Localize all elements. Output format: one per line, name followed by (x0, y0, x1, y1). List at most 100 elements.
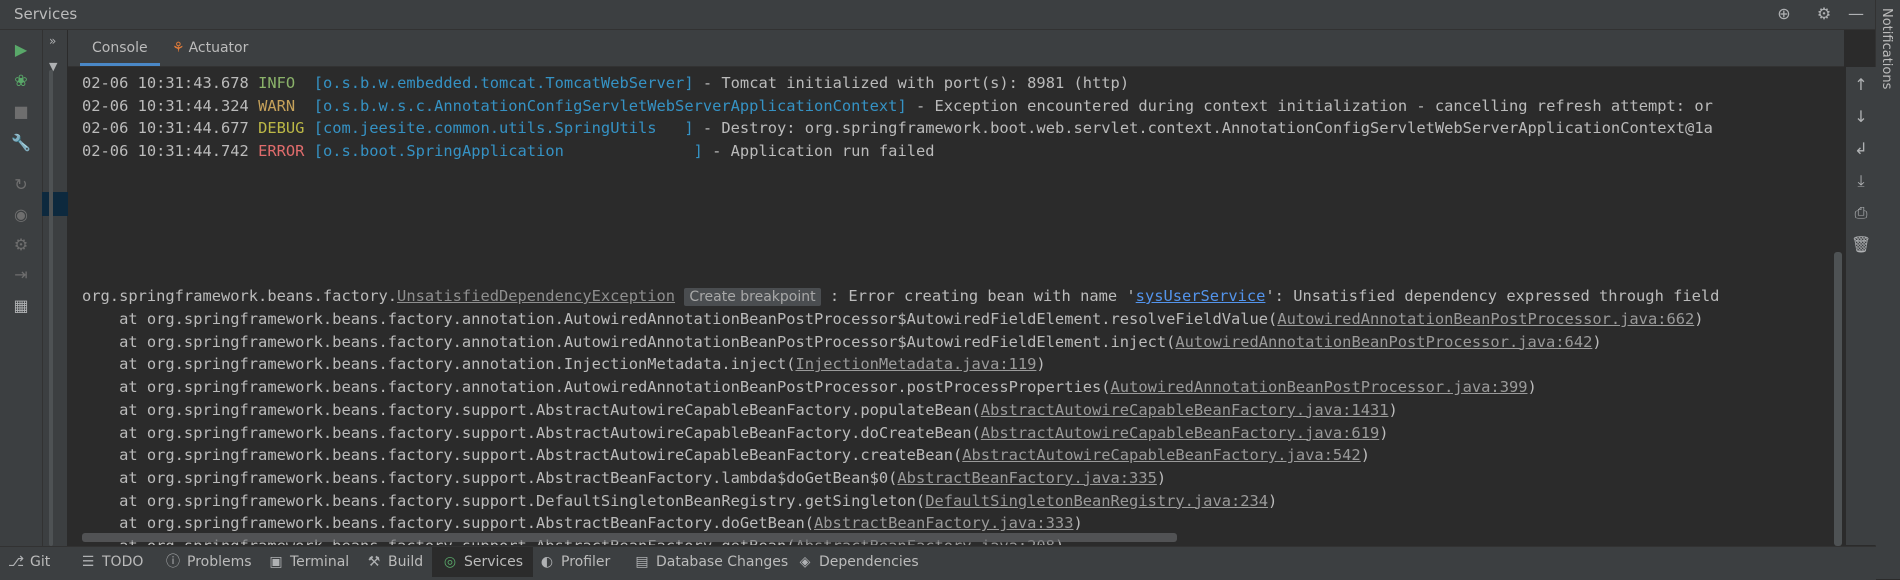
stack-frame-source-link[interactable]: AutowiredAnnotationBeanPostProcessor.jav… (1277, 310, 1694, 328)
bean-name-link[interactable]: sysUserService (1136, 287, 1266, 305)
stack-frame: at org.springframework.beans.factory.ann… (82, 352, 1046, 376)
rerun-icon[interactable]: ↻ (11, 175, 31, 195)
stack-frame-close: ) (1156, 468, 1167, 487)
log-message: - Exception encountered during context i… (906, 96, 1713, 115)
log-timestamp: 02-06 10:31:44.742 (82, 142, 259, 161)
tool-window-title: Services (14, 5, 78, 23)
stack-frame-method: at org.springframework.beans.factory.sup… (82, 423, 981, 442)
log-message: - Destroy: org.springframework.boot.web.… (693, 119, 1713, 138)
stack-frame: at org.springframework.beans.factory.sup… (82, 443, 1370, 467)
stack-frame-method: at org.springframework.beans.factory.sup… (82, 446, 963, 465)
camera-icon[interactable]: ◉ (11, 205, 31, 225)
exception-class-link[interactable]: UnsatisfiedDependencyException (397, 287, 675, 305)
tab-actuator[interactable]: ⚘ Actuator (166, 30, 254, 66)
stack-frame: at org.springframework.beans.factory.ann… (82, 307, 1704, 331)
settings-icon[interactable]: ⚙ (11, 235, 31, 255)
list-icon: ☰ (81, 554, 95, 570)
stop-icon[interactable]: ■ (11, 102, 31, 122)
arrow-down-icon[interactable]: ↓ (1851, 107, 1871, 127)
bottom-tab-label: Services (464, 554, 524, 570)
notifications-label: Notifications (1879, 8, 1894, 90)
log-message: - Tomcat initialized with port(s): 8981 … (693, 74, 1130, 92)
bottom-tab-todo[interactable]: ☰ TODO (80, 547, 144, 577)
services-tree-panel: » ▼ (42, 30, 68, 546)
git-branch-icon: ⎇ (8, 554, 25, 570)
crosshair-icon[interactable]: ⊕ (1774, 4, 1794, 24)
stack-frame: at org.springframework.beans.factory.ann… (82, 375, 1537, 399)
stack-frame-source-link[interactable]: DefaultSingletonBeanRegistry.java:234 (925, 492, 1268, 510)
console-output[interactable]: 02-06 10:31:43.678 INFO [o.s.b.w.embedde… (68, 67, 1846, 545)
stack-frame-method: at org.springframework.beans.factory.ann… (82, 332, 1176, 351)
scroll-to-end-icon[interactable]: ⤓ (1851, 171, 1871, 191)
tree-scrollbar[interactable] (49, 70, 53, 546)
log-logger: [o.s.boot.SpringApplication ] (313, 142, 703, 161)
log-line: 02-06 10:31:44.324 WARN [o.s.b.w.s.c.Ann… (82, 94, 1713, 118)
bottom-tab-services[interactable]: ◎ Services (432, 547, 534, 577)
bottom-tab-build[interactable]: ⚒ Build (366, 547, 423, 577)
profiler-icon: ◐ (540, 554, 554, 570)
stack-frame-source-link[interactable]: AbstractAutowireCapableBeanFactory.java:… (981, 424, 1379, 442)
notifications-strip[interactable]: Notifications (1875, 0, 1900, 579)
stack-frame-close: ) (1036, 355, 1046, 374)
tab-console[interactable]: Console (80, 30, 160, 66)
soft-wrap-icon[interactable]: ↲ (1851, 139, 1871, 159)
stack-frame-method: at org.springframework.beans.factory.sup… (82, 468, 898, 487)
trash-icon[interactable]: 🗑 (1851, 235, 1871, 255)
bottom-tab-label: Profiler (561, 554, 611, 570)
bottom-tab-label: Git (30, 554, 51, 570)
hammer-icon: ⚒ (367, 554, 381, 570)
log-level: INFO (258, 74, 305, 92)
stack-frame-method: at org.springframework.beans.factory.ann… (82, 378, 1111, 397)
bottom-tab-profiler[interactable]: ◐ Profiler (539, 547, 610, 577)
debug-icon[interactable]: ❀ (11, 71, 31, 91)
exception-line: org.springframework.beans.factory.Unsati… (82, 284, 1719, 308)
minimize-icon[interactable]: — (1846, 4, 1866, 24)
stack-frame-source-link[interactable]: InjectionMetadata.java:119 (795, 355, 1036, 373)
tab-actuator-label: Actuator (188, 40, 249, 56)
create-breakpoint-hint[interactable]: Create breakpoint (684, 288, 821, 306)
expand-icon[interactable]: » (49, 34, 56, 48)
stack-frame-close: ) (1360, 446, 1370, 465)
stack-frame: at org.springframework.beans.factory.sup… (82, 421, 1388, 445)
console-horizontal-scrollbar[interactable] (82, 533, 1177, 542)
stack-frame: at org.springframework.beans.factory.ann… (82, 330, 1602, 354)
wrench-icon[interactable]: 🔧 (11, 133, 31, 153)
stack-frame-close: ) (1388, 400, 1398, 419)
layout-icon[interactable]: ▦ (11, 296, 31, 316)
bottom-tab-database-changes[interactable]: ▤ Database Changes (634, 547, 788, 577)
log-level: ERROR (258, 142, 305, 161)
stack-frame-source-link[interactable]: AbstractAutowireCapableBeanFactory.java:… (962, 446, 1360, 464)
bottom-tool-bar: ⎇ Git ☰ TODO ⓘ Problems ▣ Terminal ⚒ Build ◎ Servic… (0, 546, 1876, 580)
stack-frame-close: ) (1073, 514, 1083, 533)
services-icon: ◎ (443, 554, 457, 570)
print-icon[interactable]: ⎙ (1851, 203, 1871, 223)
stack-frame: at org.springframework.beans.factory.sup… (82, 466, 1166, 490)
log-logger: [com.jeesite.common.utils.SpringUtils ] (313, 119, 694, 138)
selected-tree-node[interactable] (42, 192, 68, 216)
console-vertical-scrollbar[interactable] (1834, 252, 1842, 546)
terminal-icon: ▣ (269, 554, 283, 570)
problems-icon: ⓘ (166, 554, 180, 570)
arrow-up-icon[interactable]: ↑ (1851, 75, 1871, 95)
bottom-tab-problems[interactable]: ⓘ Problems (165, 547, 252, 577)
bottom-tab-git[interactable]: ⎇ Git (8, 547, 50, 577)
bottom-tab-label: Problems (187, 554, 252, 570)
console-actions-toolbar: ↑ ↓ ↲ ⤓ ⎙ 🗑 (1846, 67, 1876, 545)
stack-frame-source-link[interactable]: AutowiredAnnotationBeanPostProcessor.jav… (1111, 378, 1528, 396)
bottom-tab-dependencies[interactable]: ◈ Dependencies (797, 547, 919, 577)
services-toolbar: ▶ ❀ ■ 🔧 ↻ ◉ ⚙ ⇥ ▦ (0, 30, 43, 546)
log-line: 02-06 10:31:44.742 ERROR [o.s.boot.Sprin… (82, 139, 935, 163)
log-level: DEBUG (258, 119, 305, 138)
log-message: - Application run failed (702, 142, 935, 161)
run-icon[interactable]: ▶ (11, 40, 31, 60)
stack-frame-source-link[interactable]: AutowiredAnnotationBeanPostProcessor.jav… (1175, 333, 1592, 351)
stack-frame-source-link[interactable]: AbstractAutowireCapableBeanFactory.java:… (981, 401, 1389, 419)
bottom-tab-label: Database Changes (656, 554, 789, 570)
bottom-tab-terminal[interactable]: ▣ Terminal (268, 547, 349, 577)
stack-frame-source-link[interactable]: AbstractBeanFactory.java:333 (814, 514, 1073, 532)
stack-frame-source-link[interactable]: AbstractBeanFactory.java:335 (897, 469, 1156, 487)
stack-frame: at org.springframework.beans.factory.sup… (82, 398, 1398, 422)
exception-message-suffix: ': Unsatisfied dependency expressed thro… (1265, 287, 1720, 305)
exit-icon[interactable]: ⇥ (11, 265, 31, 285)
gear-icon[interactable]: ⚙ (1814, 4, 1834, 24)
